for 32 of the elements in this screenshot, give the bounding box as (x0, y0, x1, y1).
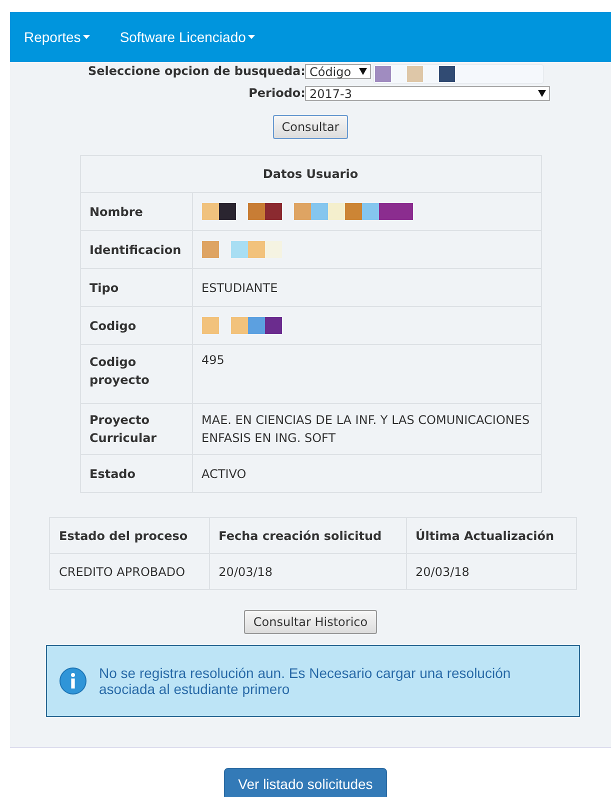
row-label: Identificacion (80, 230, 192, 268)
column-header: Última Actualización (406, 518, 576, 554)
column-header: Estado del proceso (50, 518, 210, 554)
period-select[interactable]: 2017-3 (305, 86, 550, 101)
caret-icon (82, 35, 90, 39)
table-cell: 20/03/18 (209, 554, 406, 590)
table-cell: CREDITO APROBADO (50, 554, 210, 590)
row-label: Nombre (80, 192, 192, 230)
row-label: Proyecto Curricular (80, 404, 192, 454)
search-option-select[interactable]: Código (305, 64, 372, 79)
dropdown-arrow-icon (538, 90, 546, 97)
search-field[interactable] (373, 64, 544, 84)
list-requests-button[interactable]: Ver listado solicitudes (224, 768, 387, 797)
consult-button[interactable]: Consultar (272, 115, 348, 139)
field-label: Seleccione opcion de busqueda: (88, 64, 306, 80)
alert-message: No se registra resolución aun. Es Necesario cargar una resolución asociada al estudiante primero (99, 665, 512, 697)
history-button[interactable]: Consultar Historico (244, 610, 377, 634)
info-icon (59, 667, 87, 695)
row-label: Estado (80, 454, 192, 492)
column-header: Fecha creación solicitud (209, 518, 406, 554)
table-title: Datos Usuario (80, 156, 541, 192)
row-label: Tipo (80, 268, 192, 306)
table-cell: 20/03/18 (406, 554, 576, 590)
caret-icon (248, 35, 255, 39)
row-value: ACTIVO (192, 454, 541, 492)
field-label: Periodo: (248, 86, 306, 101)
row-label: Codigo (80, 306, 192, 344)
row-value: 495 (192, 344, 541, 404)
dropdown-arrow-icon (359, 68, 368, 75)
row-value: MAE. EN CIENCIAS DE LA INF. Y LAS COMUNICACIONES ENFASIS EN ING. SOFT (192, 404, 541, 454)
row-value: ESTUDIANTE (192, 268, 541, 306)
row-label: Codigo proyecto (80, 344, 192, 404)
